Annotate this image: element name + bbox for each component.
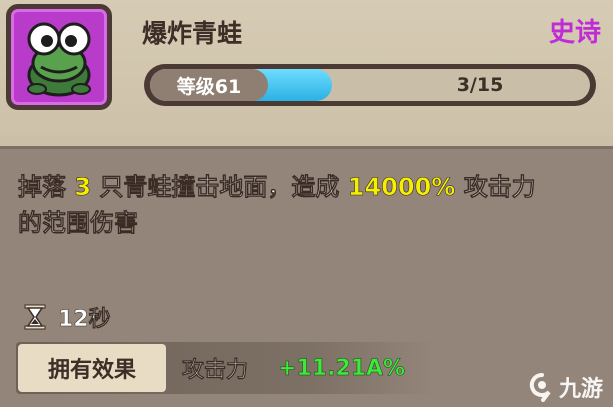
watermark: 九游 — [529, 371, 603, 403]
progress-count: 3/15 — [456, 74, 504, 96]
jiuyou-logo-icon — [529, 372, 551, 402]
owned-effect-stat: 攻击力 — [182, 358, 249, 384]
frog-count: 3 — [74, 173, 92, 202]
owned-effect-label: 拥有效果 — [18, 344, 166, 392]
damage-percent: 14000% — [347, 173, 456, 202]
hourglass-icon — [24, 304, 46, 330]
desc-text-4: 的范围伤害 — [18, 209, 139, 238]
frog-icon — [27, 22, 91, 97]
skill-description: 掉落 3 只青蛙撞击地面，造成 14000% 攻击力 的范围伤害 — [18, 169, 608, 241]
cooldown-value: 12秒 — [58, 307, 111, 333]
desc-text-3: 攻击力 — [463, 173, 536, 202]
level-progress-bar: 3/15 等级61 — [144, 64, 596, 106]
desc-text-2: 只青蛙撞击地面，造成 — [99, 173, 340, 202]
skill-name: 爆炸青蛙 — [142, 19, 243, 48]
cooldown: 12秒 — [24, 301, 111, 333]
rarity-label: 史诗 — [548, 18, 601, 48]
skill-header: 爆炸青蛙 史诗 3/15 等级61 — [0, 0, 613, 136]
desc-text-1: 掉落 — [18, 173, 67, 202]
owned-effect-value: +11.21A% — [278, 355, 406, 381]
watermark-text: 九游 — [558, 377, 603, 402]
skill-detail-panel: 掉落 3 只青蛙撞击地面，造成 14000% 攻击力 的范围伤害 12秒 拥有效… — [0, 146, 613, 407]
skill-icon-frame — [6, 4, 112, 110]
level-label: 等级61 — [150, 69, 268, 101]
owned-effect-row: 拥有效果 攻击力 +11.21A% — [16, 342, 436, 394]
